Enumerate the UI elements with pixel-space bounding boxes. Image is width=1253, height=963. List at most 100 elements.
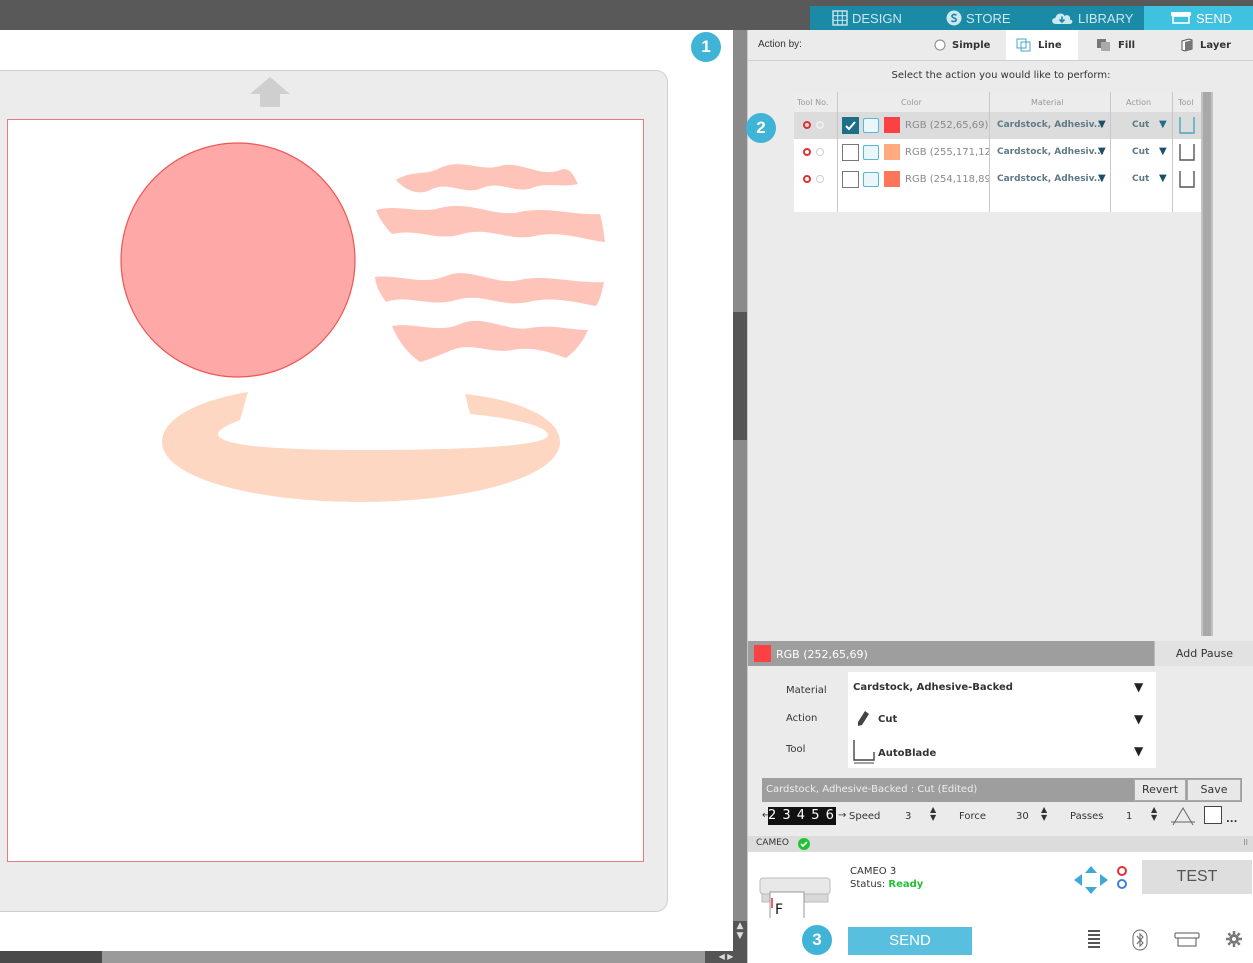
row-material[interactable]: Cardstock, Adhesiv... bbox=[997, 120, 1104, 130]
row-action[interactable]: Cut bbox=[1132, 120, 1149, 130]
vertical-scroll-thumb[interactable] bbox=[733, 312, 747, 440]
status-value: Ready bbox=[888, 879, 924, 890]
passes-value[interactable]: 1 bbox=[1126, 811, 1132, 822]
checkmark-icon bbox=[845, 121, 856, 131]
table-row[interactable]: RGB (254,118,89) Cardstock, Adhesiv... ▼… bbox=[794, 166, 1202, 193]
design-shape-circle[interactable] bbox=[120, 142, 356, 378]
action-select[interactable]: Cut ▼ bbox=[848, 704, 1156, 736]
line-style-icon[interactable] bbox=[863, 172, 879, 187]
material-dropdown-arrow-icon[interactable]: ▼ bbox=[1098, 119, 1106, 130]
add-pause-button[interactable]: Add Pause bbox=[1154, 641, 1253, 666]
passes-stepper[interactable]: ▲ ▼ bbox=[1151, 806, 1157, 822]
material-dropdown-arrow-icon[interactable]: ▼ bbox=[1098, 146, 1106, 157]
tab-store[interactable]: STORE bbox=[926, 6, 1024, 30]
force-value[interactable]: 30 bbox=[1016, 811, 1029, 822]
action-by-simple[interactable]: Simple bbox=[934, 30, 994, 60]
design-shape-stripe-2[interactable] bbox=[376, 205, 605, 242]
gear-icon[interactable] bbox=[1226, 931, 1242, 947]
more-options-icon[interactable]: ... bbox=[1226, 814, 1237, 825]
speed-stepper[interactable]: ▲ ▼ bbox=[930, 806, 936, 822]
force-stepper[interactable]: ▲ ▼ bbox=[1041, 806, 1047, 822]
tool-2-indicator bbox=[816, 121, 824, 129]
horizontal-scroll-thumb[interactable] bbox=[0, 951, 102, 963]
action-dropdown-arrow-icon[interactable]: ▼ bbox=[1159, 119, 1167, 130]
pause-icon[interactable]: II bbox=[1243, 838, 1248, 847]
move-arrows-icon[interactable] bbox=[1074, 866, 1108, 894]
column-divider bbox=[989, 92, 990, 212]
action-value: Cut bbox=[878, 714, 898, 725]
tool-value: AutoBlade bbox=[878, 748, 937, 759]
row-action[interactable]: Cut bbox=[1132, 174, 1149, 184]
design-shape-stripe-4[interactable] bbox=[392, 320, 588, 362]
save-as-button[interactable]: Save As... bbox=[1187, 779, 1241, 816]
action-by-line[interactable]: Line bbox=[1006, 30, 1078, 60]
connected-check-icon bbox=[798, 838, 810, 850]
row-checkbox[interactable] bbox=[842, 117, 859, 134]
row-checkbox[interactable] bbox=[842, 144, 859, 161]
action-by-fill[interactable]: Fill bbox=[1096, 30, 1156, 60]
row-action[interactable]: Cut bbox=[1132, 147, 1149, 157]
line-segment-overcut-icon[interactable] bbox=[1171, 805, 1195, 827]
step-badge-1: 1 bbox=[691, 32, 721, 62]
tool-2-indicator bbox=[816, 175, 824, 183]
row-material[interactable]: Cardstock, Adhesiv... bbox=[997, 147, 1104, 157]
barcode-icon[interactable] bbox=[1088, 930, 1100, 950]
table-row[interactable]: RGB (255,171,127) Cardstock, Adhesiv... … bbox=[794, 139, 1202, 166]
tool-select[interactable]: AutoBlade ▼ bbox=[848, 736, 1156, 768]
design-shapes[interactable] bbox=[0, 30, 733, 951]
table-scroll-thumb[interactable] bbox=[1203, 92, 1211, 636]
action-by-layer-label: Layer bbox=[1200, 39, 1232, 51]
test-button[interactable]: TEST bbox=[1142, 860, 1252, 894]
header-tool-no: Tool No. bbox=[797, 98, 829, 107]
selected-color-swatch bbox=[754, 645, 771, 662]
column-divider bbox=[837, 92, 838, 212]
line-style-icon[interactable] bbox=[863, 145, 879, 160]
design-shape-stripe-3[interactable] bbox=[375, 273, 604, 306]
device-status: Status: Ready bbox=[850, 879, 923, 890]
send-button[interactable]: SEND bbox=[848, 927, 972, 955]
tool-holder-icon[interactable] bbox=[1116, 864, 1128, 892]
material-dropdown-arrow-icon[interactable]: ▼ bbox=[1098, 173, 1106, 184]
material-select[interactable]: Cardstock, Adhesive-Backed ▼ bbox=[848, 672, 1156, 704]
arrow-right-icon: → bbox=[838, 810, 847, 821]
step-badge-3: 3 bbox=[802, 925, 832, 955]
tool-label: Tool bbox=[786, 744, 806, 755]
row-material[interactable]: Cardstock, Adhesiv... bbox=[997, 174, 1104, 184]
canvas-horizontal-scrollbar[interactable] bbox=[0, 951, 733, 963]
cut-settings: ← 2 3 4 5 6 → Speed 3 ▲ ▼ Force 30 ▲ ▼ Pas… bbox=[762, 802, 1242, 830]
action-by-label: Action by: bbox=[758, 39, 802, 50]
tool-1-indicator bbox=[803, 175, 811, 183]
autoblade-tool-icon bbox=[1179, 117, 1195, 134]
chevron-down-icon: ▼ bbox=[1134, 680, 1144, 694]
revert-button[interactable]: Revert bbox=[1134, 779, 1186, 801]
option-checkbox[interactable] bbox=[1204, 806, 1222, 824]
design-shape-ring[interactable] bbox=[162, 392, 560, 502]
design-shape-stripe-1[interactable] bbox=[396, 164, 578, 193]
row-color-value: RGB (252,65,69) bbox=[905, 120, 989, 131]
tab-design[interactable]: DESIGN bbox=[810, 6, 926, 30]
table-scrollbar[interactable] bbox=[1201, 92, 1213, 636]
blade-depth-selector[interactable]: 2 3 4 5 6 bbox=[768, 807, 836, 825]
canvas-vertical-scrollbar[interactable] bbox=[733, 30, 747, 951]
speed-value[interactable]: 3 bbox=[905, 811, 911, 822]
tab-send[interactable]: SEND bbox=[1144, 6, 1253, 30]
header-color: Color bbox=[901, 98, 922, 107]
action-by-layer[interactable]: Layer bbox=[1180, 30, 1240, 60]
autoblade-tool-icon bbox=[1179, 144, 1195, 161]
horizontal-scroll-arrows[interactable]: ◀ ▶ bbox=[705, 951, 747, 963]
action-dropdown-arrow-icon[interactable]: ▼ bbox=[1159, 173, 1167, 184]
material-value: Cardstock, Adhesive-Backed bbox=[853, 682, 1013, 693]
chevron-down-icon: ▼ bbox=[1134, 712, 1144, 726]
table-row[interactable]: RGB (252,65,69) Cardstock, Adhesiv... ▼ … bbox=[794, 112, 1202, 139]
vertical-scroll-arrows[interactable]: ▲ ▼ bbox=[733, 921, 747, 951]
action-label: Action bbox=[786, 713, 818, 724]
action-dropdown-arrow-icon[interactable]: ▼ bbox=[1159, 146, 1167, 157]
row-checkbox[interactable] bbox=[842, 171, 859, 188]
line-style-icon[interactable] bbox=[863, 118, 879, 133]
tab-library[interactable]: LIBRARY bbox=[1024, 6, 1144, 30]
selected-color-label: RGB (252,65,69) bbox=[776, 648, 868, 661]
autoblade-icon bbox=[853, 740, 875, 764]
printer-icon[interactable] bbox=[1174, 932, 1200, 948]
bluetooth-icon[interactable] bbox=[1132, 929, 1148, 951]
design-canvas[interactable] bbox=[0, 30, 733, 951]
